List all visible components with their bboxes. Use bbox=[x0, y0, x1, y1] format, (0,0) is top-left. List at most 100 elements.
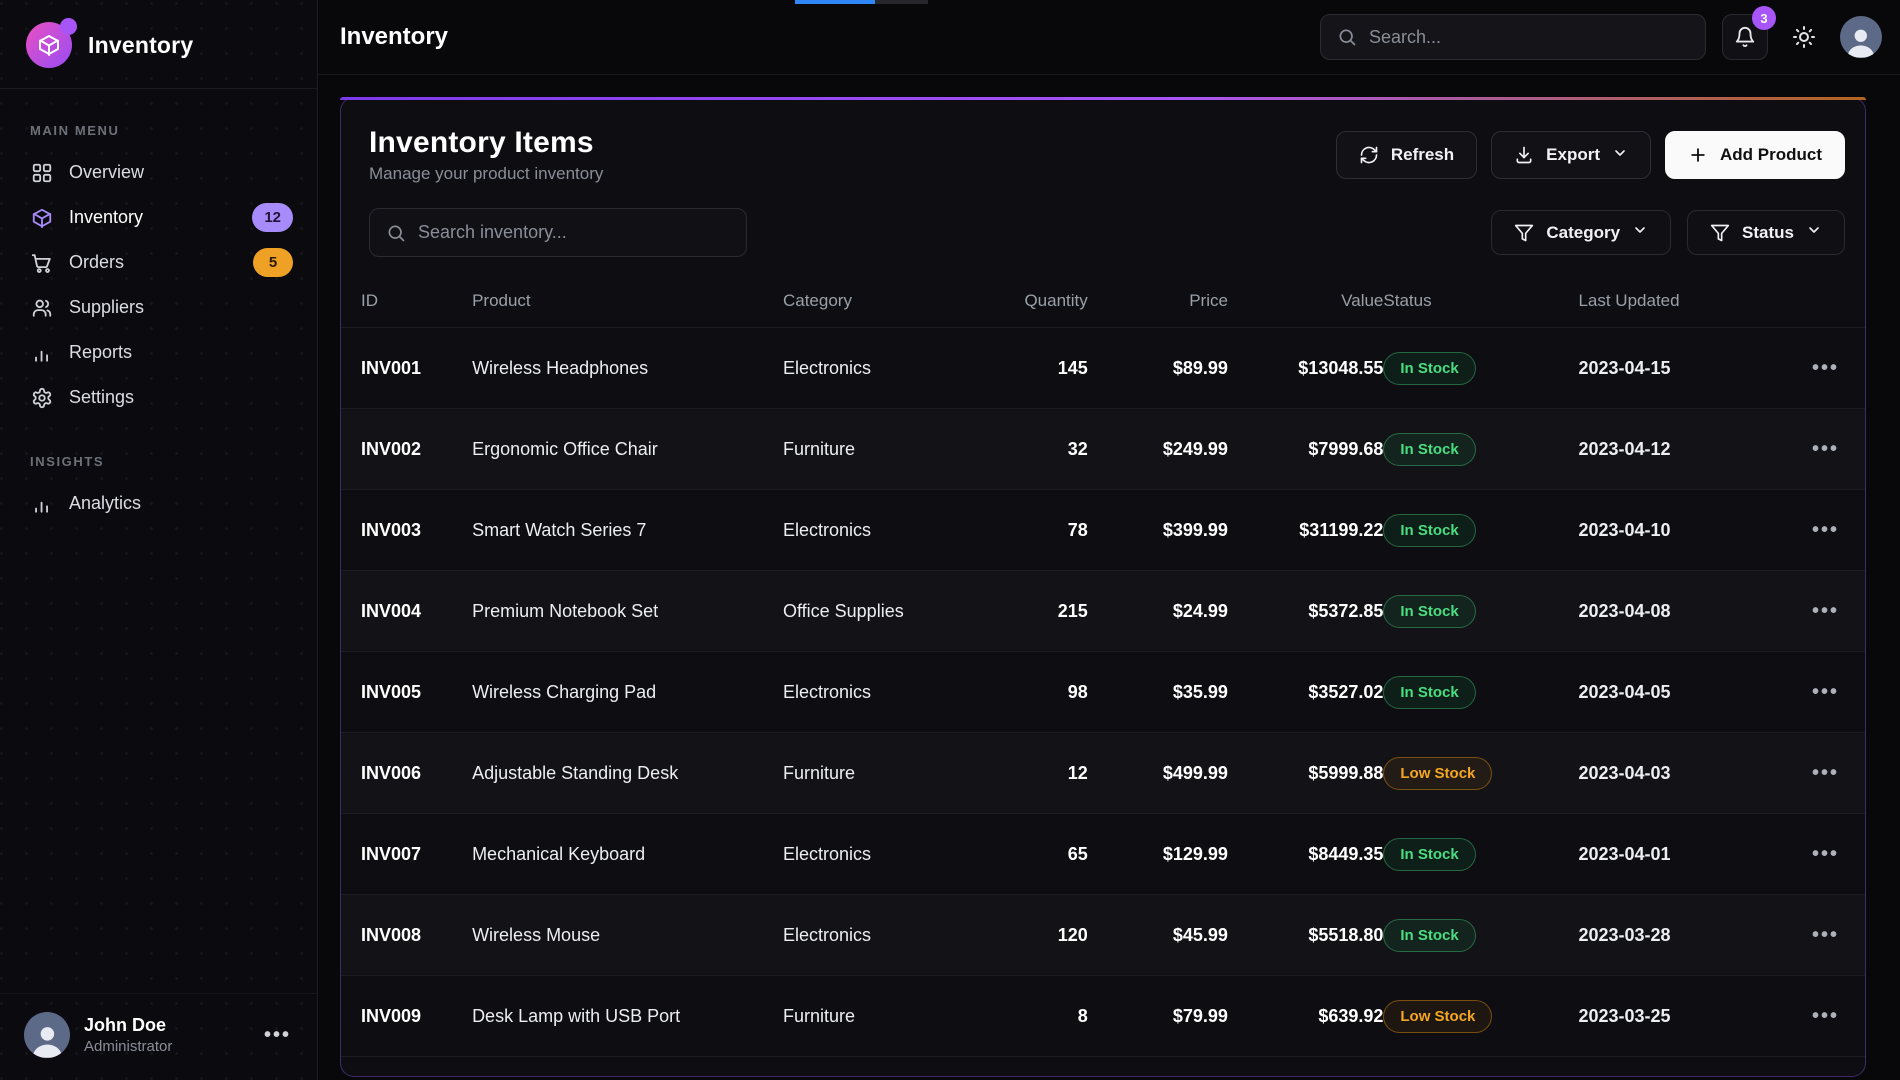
bell-icon bbox=[1734, 26, 1756, 48]
cell-status: In Stock bbox=[1383, 328, 1578, 409]
category-filter-button[interactable]: Category bbox=[1491, 210, 1671, 255]
brand-name: Inventory bbox=[88, 32, 193, 59]
cell-product: Wireless Headphones bbox=[472, 328, 783, 409]
cell-quantity: 120 bbox=[984, 895, 1088, 976]
cell-product: Adjustable Standing Desk bbox=[472, 733, 783, 814]
cell-status: Low Stock bbox=[1383, 976, 1578, 1057]
cell-price: $499.99 bbox=[1088, 733, 1228, 814]
table-row[interactable]: INV002 Ergonomic Office Chair Furniture … bbox=[341, 409, 1865, 490]
sidebar-item-settings[interactable]: Settings bbox=[0, 375, 317, 420]
sidebar-item-suppliers[interactable]: Suppliers bbox=[0, 285, 317, 330]
sidebar-item-reports[interactable]: Reports bbox=[0, 330, 317, 375]
column-header-id: ID bbox=[341, 277, 472, 328]
table-row[interactable]: INV006 Adjustable Standing Desk Furnitur… bbox=[341, 733, 1865, 814]
refresh-icon bbox=[1359, 145, 1379, 165]
cell-status: In Stock bbox=[1383, 652, 1578, 733]
refresh-button[interactable]: Refresh bbox=[1336, 131, 1477, 179]
table-row[interactable]: INV003 Smart Watch Series 7 Electronics … bbox=[341, 490, 1865, 571]
inventory-panel: Inventory Items Manage your product inve… bbox=[340, 97, 1866, 1077]
table-row[interactable]: INV001 Wireless Headphones Electronics 1… bbox=[341, 328, 1865, 409]
cell-category: Electronics bbox=[783, 895, 984, 976]
row-actions-button[interactable]: ••• bbox=[1812, 438, 1839, 460]
status-badge: In Stock bbox=[1383, 838, 1475, 871]
inventory-search bbox=[369, 208, 747, 257]
row-actions-button[interactable]: ••• bbox=[1812, 762, 1839, 784]
column-header-quantity: Quantity bbox=[984, 277, 1088, 328]
table-header-row: IDProductCategoryQuantityPriceValueStatu… bbox=[341, 277, 1865, 328]
cell-id: INV003 bbox=[341, 490, 472, 571]
table-row[interactable]: INV004 Premium Notebook Set Office Suppl… bbox=[341, 571, 1865, 652]
status-badge: In Stock bbox=[1383, 433, 1475, 466]
notifications-button[interactable]: 3 bbox=[1722, 14, 1768, 60]
table-row[interactable]: INV008 Wireless Mouse Electronics 120 $4… bbox=[341, 895, 1865, 976]
table-row[interactable]: INV007 Mechanical Keyboard Electronics 6… bbox=[341, 814, 1865, 895]
cell-price: $129.99 bbox=[1088, 814, 1228, 895]
cell-id: INV004 bbox=[341, 571, 472, 652]
cell-value: $31199.22 bbox=[1228, 490, 1383, 571]
cell-status: In Stock bbox=[1383, 895, 1578, 976]
cell-status: In Stock bbox=[1383, 409, 1578, 490]
cell-status: In Stock bbox=[1383, 490, 1578, 571]
row-actions-button[interactable]: ••• bbox=[1812, 519, 1839, 541]
sidebar-item-analytics[interactable]: Analytics bbox=[0, 481, 317, 526]
inventory-table: IDProductCategoryQuantityPriceValueStatu… bbox=[341, 277, 1865, 1057]
plus-icon bbox=[1688, 145, 1708, 165]
row-actions-button[interactable]: ••• bbox=[1812, 924, 1839, 946]
cell-last-updated: 2023-03-25 bbox=[1578, 976, 1782, 1057]
sidebar-item-overview[interactable]: Overview bbox=[0, 150, 317, 195]
row-actions-button[interactable]: ••• bbox=[1812, 843, 1839, 865]
user-menu-button[interactable]: ••• bbox=[264, 1024, 291, 1047]
cell-quantity: 145 bbox=[984, 328, 1088, 409]
cell-id: INV009 bbox=[341, 976, 472, 1057]
users-icon bbox=[30, 296, 54, 320]
row-actions-button[interactable]: ••• bbox=[1812, 357, 1839, 379]
box-icon bbox=[30, 206, 54, 230]
cell-status: Low Stock bbox=[1383, 733, 1578, 814]
row-actions-button[interactable]: ••• bbox=[1812, 600, 1839, 622]
cell-quantity: 98 bbox=[984, 652, 1088, 733]
cell-quantity: 8 bbox=[984, 976, 1088, 1057]
brand[interactable]: Inventory bbox=[0, 0, 317, 89]
table-row[interactable]: INV009 Desk Lamp with USB Port Furniture… bbox=[341, 976, 1865, 1057]
theme-toggle-button[interactable] bbox=[1784, 17, 1824, 57]
cell-price: $45.99 bbox=[1088, 895, 1228, 976]
status-badge: In Stock bbox=[1383, 595, 1475, 628]
row-actions-button[interactable]: ••• bbox=[1812, 681, 1839, 703]
table-body: INV001 Wireless Headphones Electronics 1… bbox=[341, 328, 1865, 1057]
column-header-price: Price bbox=[1088, 277, 1228, 328]
cell-id: INV001 bbox=[341, 328, 472, 409]
cell-quantity: 65 bbox=[984, 814, 1088, 895]
search-icon bbox=[386, 223, 406, 243]
app-root: Inventory MAIN MENU Overview Inventory 1… bbox=[0, 0, 1900, 1080]
sidebar-item-inventory[interactable]: Inventory 12 bbox=[0, 195, 317, 240]
cell-id: INV008 bbox=[341, 895, 472, 976]
user-avatar bbox=[24, 1012, 70, 1058]
grid-icon bbox=[30, 161, 54, 185]
inventory-search-input[interactable] bbox=[418, 222, 730, 243]
chevron-down-icon bbox=[1632, 222, 1648, 243]
user-profile[interactable]: John Doe Administrator ••• bbox=[0, 993, 317, 1080]
add-product-button[interactable]: Add Product bbox=[1665, 131, 1845, 179]
status-filter-button[interactable]: Status bbox=[1687, 210, 1845, 255]
cell-product: Ergonomic Office Chair bbox=[472, 409, 783, 490]
cell-category: Furniture bbox=[783, 409, 984, 490]
user-role: Administrator bbox=[84, 1038, 172, 1055]
header-avatar[interactable] bbox=[1840, 16, 1882, 58]
refresh-label: Refresh bbox=[1391, 145, 1454, 165]
progress-bar-track bbox=[875, 0, 928, 4]
status-badge: Low Stock bbox=[1383, 1000, 1492, 1033]
main-area: Inventory 3 bbox=[318, 0, 1900, 1080]
sidebar-item-orders[interactable]: Orders 5 bbox=[0, 240, 317, 285]
table-row[interactable]: INV005 Wireless Charging Pad Electronics… bbox=[341, 652, 1865, 733]
column-header-last-updated: Last Updated bbox=[1578, 277, 1782, 328]
top-progress-bar bbox=[795, 0, 928, 4]
export-button[interactable]: Export bbox=[1491, 131, 1651, 179]
global-search-input[interactable] bbox=[1369, 27, 1689, 48]
row-actions-button[interactable]: ••• bbox=[1812, 1005, 1839, 1027]
cell-value: $7999.68 bbox=[1228, 409, 1383, 490]
cell-product: Desk Lamp with USB Port bbox=[472, 976, 783, 1057]
cart-icon bbox=[30, 251, 54, 275]
export-label: Export bbox=[1546, 145, 1600, 165]
cell-category: Electronics bbox=[783, 814, 984, 895]
search-icon bbox=[1337, 27, 1357, 47]
